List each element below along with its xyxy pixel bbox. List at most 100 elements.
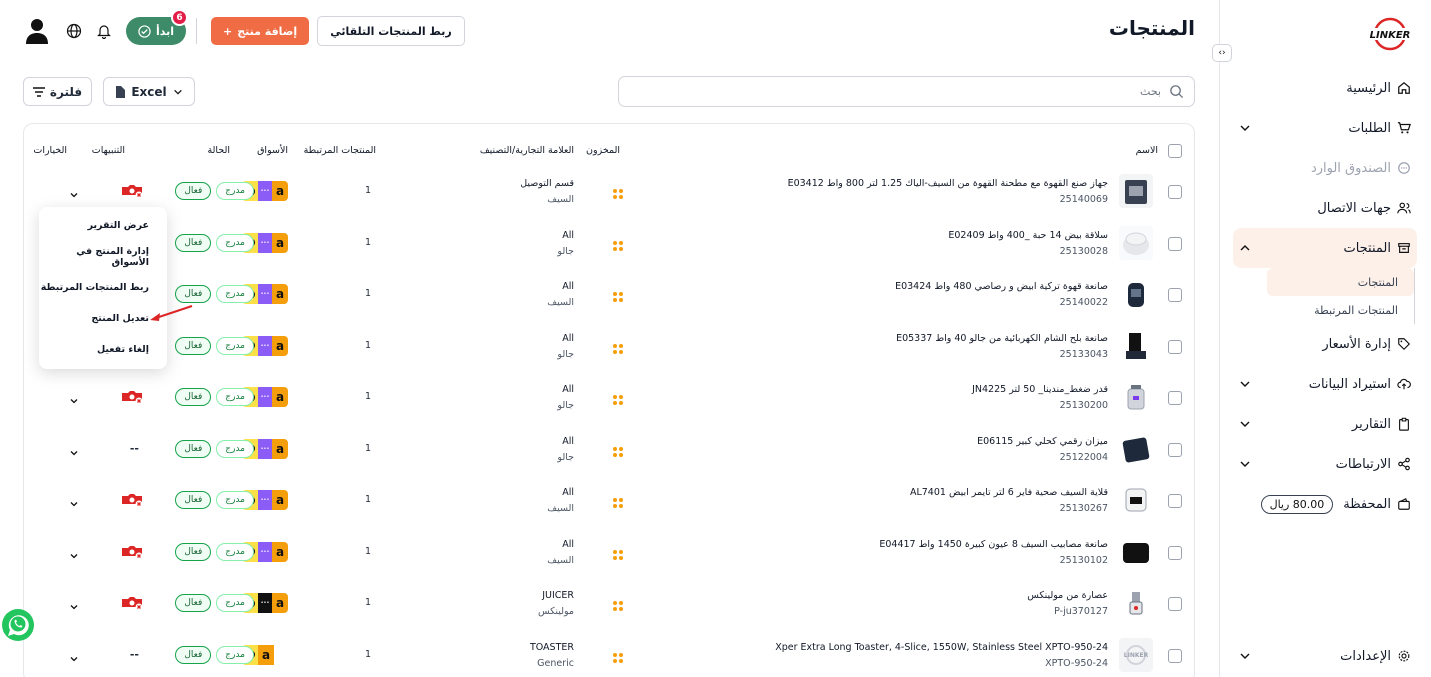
start-button[interactable]: ابدأ 6: [126, 9, 189, 45]
alert-camera-off-icon[interactable]: [121, 544, 143, 560]
sidebar-collapse-button[interactable]: ‹›: [1212, 44, 1232, 62]
file-icon: [116, 85, 126, 98]
sidebar-item-pricing[interactable]: إدارة الأسعار: [1219, 324, 1431, 364]
row-options-chevron-icon[interactable]: [68, 650, 80, 662]
row-checkbox[interactable]: [1168, 442, 1182, 457]
table-row[interactable]: قدر ضغط_مندينا_ 50 لتر JN4225 25130200 All…: [24, 372, 1194, 424]
row-checkbox[interactable]: [1168, 185, 1182, 199]
product-image[interactable]: [1119, 534, 1153, 569]
sidebar-item-contacts[interactable]: جهات الاتصال: [1219, 188, 1431, 228]
row-checkbox[interactable]: [1168, 597, 1182, 611]
row-options-chevron-icon[interactable]: [68, 495, 80, 507]
product-name[interactable]: ميزان رقمي كحلي كبير E06115: [977, 436, 1108, 447]
auto-link-products-button[interactable]: ربط المنتجات التلقائي: [317, 16, 465, 46]
row-checkbox[interactable]: [1168, 339, 1182, 354]
table-row[interactable]: جهاز صنع القهوة مع مطحنة القهوة من السيف…: [24, 166, 1194, 218]
sidebar-item-orders[interactable]: الطلبات: [1219, 108, 1431, 148]
sidebar-item-home[interactable]: الرئيسية: [1219, 68, 1431, 108]
row-options-chevron-icon[interactable]: [68, 392, 80, 404]
stock-grid-icon[interactable]: [612, 288, 624, 302]
status-listed-badge: مدرج: [216, 542, 254, 561]
stock-grid-icon[interactable]: [612, 237, 624, 251]
row-checkbox[interactable]: [1168, 236, 1182, 251]
row-checkbox[interactable]: [1168, 494, 1182, 508]
alert-camera-off-icon[interactable]: [121, 183, 143, 199]
stock-grid-icon[interactable]: [612, 443, 624, 457]
filter-label: فلترة: [49, 84, 83, 99]
alert-camera-off-icon[interactable]: [121, 492, 143, 508]
product-name[interactable]: قدر ضغط_مندينا_ 50 لتر JN4225: [972, 384, 1108, 395]
table-row[interactable]: صانعة مصابيب السيف 8 عيون كبيرة 1450 واط…: [24, 527, 1194, 579]
sidebar-item-import[interactable]: استيراد البيانات: [1219, 364, 1431, 404]
row-options-chevron-icon[interactable]: [68, 547, 80, 559]
alert-none: --: [129, 441, 139, 455]
row-checkbox[interactable]: [1168, 545, 1182, 560]
product-name[interactable]: صانعة بلح الشام الكهربائية من جالو 40 وا…: [896, 333, 1108, 344]
bell-icon[interactable]: [96, 23, 112, 39]
product-image[interactable]: [1119, 586, 1153, 620]
user-avatar-icon[interactable]: [26, 18, 48, 44]
product-name[interactable]: جهاز صنع القهوة مع مطحنة القهوة من السيف…: [788, 178, 1108, 189]
table-header: الاسم المخزون العلامة التجارية/التصنيف ا…: [24, 124, 1194, 166]
product-name[interactable]: عصارة من مولينكس: [1027, 590, 1108, 601]
alert-camera-off-icon[interactable]: [121, 389, 143, 405]
chevron-down-icon: [1240, 653, 1250, 659]
row-checkbox[interactable]: [1168, 648, 1182, 663]
table-row[interactable]: ميزان رقمي كحلي كبير E06115 25122004 All جا…: [24, 424, 1194, 476]
menu-item-view-report[interactable]: عرض التقرير: [39, 210, 167, 241]
menu-item-link-products[interactable]: ربط المنتجات المرتبطة: [39, 272, 167, 303]
sidebar-item-products[interactable]: المنتجات: [1233, 228, 1417, 268]
product-name[interactable]: قلاية السيف صحية فاير 6 لتر تايمر ابيض A…: [910, 487, 1108, 498]
table-row[interactable]: صانعة قهوة تركية ابيض و رصاصي 480 واط E0…: [24, 269, 1194, 321]
stock-grid-icon[interactable]: [612, 391, 624, 405]
sidebar-item-settings[interactable]: الإعدادات: [1219, 636, 1431, 676]
sidebar-item-inbox[interactable]: الصندوق الوارد: [1219, 148, 1431, 188]
row-options-chevron-icon[interactable]: [68, 598, 80, 610]
product-image[interactable]: [1119, 328, 1153, 363]
row-checkbox[interactable]: [1168, 288, 1182, 302]
table-row[interactable]: قلاية السيف صحية فاير 6 لتر تايمر ابيض A…: [24, 475, 1194, 527]
product-name[interactable]: صانعة مصابيب السيف 8 عيون كبيرة 1450 واط…: [879, 539, 1108, 550]
stock-grid-icon[interactable]: [612, 649, 624, 663]
product-name[interactable]: سلاقة بيض 14 حبة _400 واط E02409: [948, 230, 1108, 241]
select-all-checkbox[interactable]: [1168, 144, 1182, 158]
subnav-item-products[interactable]: المنتجات: [1267, 268, 1414, 296]
sidebar-item-wallet[interactable]: المحفظة 80.00 ريال: [1219, 484, 1431, 524]
sidebar-item-integrations[interactable]: الارتباطات: [1219, 444, 1431, 484]
table-row[interactable]: LINKER Xper Extra Long Toaster, 4-Slice, …: [24, 630, 1194, 677]
stock-grid-icon[interactable]: [612, 494, 624, 508]
row-options-chevron-icon[interactable]: [68, 186, 80, 198]
excel-export-button[interactable]: Excel: [103, 77, 195, 106]
product-image[interactable]: [1119, 483, 1153, 517]
product-image[interactable]: [1119, 225, 1153, 260]
table-row[interactable]: سلاقة بيض 14 حبة _400 واط E02409 25130028…: [24, 218, 1194, 270]
globe-icon[interactable]: [66, 23, 82, 39]
product-image[interactable]: [1119, 380, 1153, 414]
row-options-chevron-icon[interactable]: [68, 444, 80, 456]
row-checkbox[interactable]: [1168, 391, 1182, 405]
filter-button[interactable]: فلترة: [23, 77, 92, 106]
menu-item-manage-in-markets[interactable]: إدارة المنتج في الأسواق: [39, 241, 167, 272]
status-active-badge: فعال: [175, 388, 212, 406]
product-name[interactable]: Xper Extra Long Toaster, 4-Slice, 1550W,…: [775, 642, 1108, 653]
alert-camera-off-icon[interactable]: [121, 595, 143, 611]
add-product-button[interactable]: + إضافة منتج: [211, 17, 310, 45]
menu-item-deactivate[interactable]: إلغاء تفعيل: [39, 334, 167, 365]
whatsapp-icon[interactable]: [1, 608, 35, 642]
product-image[interactable]: [1119, 174, 1153, 208]
stock-grid-icon[interactable]: [612, 546, 624, 560]
table-row[interactable]: صانعة بلح الشام الكهربائية من جالو 40 وا…: [24, 321, 1194, 373]
product-image[interactable]: [1119, 277, 1153, 311]
amazon-market-icon: a: [272, 181, 288, 201]
product-image[interactable]: [1119, 431, 1153, 466]
stock-grid-icon[interactable]: [612, 597, 624, 611]
search-input[interactable]: [661, 85, 1161, 98]
table-row[interactable]: عصارة من مولينكس P-ju370127 JUICER مولينكس 1…: [24, 578, 1194, 630]
stock-grid-icon[interactable]: [612, 185, 624, 199]
linker-logo[interactable]: LINKER: [1367, 16, 1413, 52]
stock-grid-icon[interactable]: [612, 340, 624, 354]
product-image[interactable]: LINKER: [1119, 637, 1153, 672]
product-name[interactable]: صانعة قهوة تركية ابيض و رصاصي 480 واط E0…: [895, 281, 1108, 292]
sidebar-item-reports[interactable]: التقارير: [1219, 404, 1431, 444]
subnav-item-linked-products[interactable]: المنتجات المرتبطة: [1267, 296, 1414, 324]
